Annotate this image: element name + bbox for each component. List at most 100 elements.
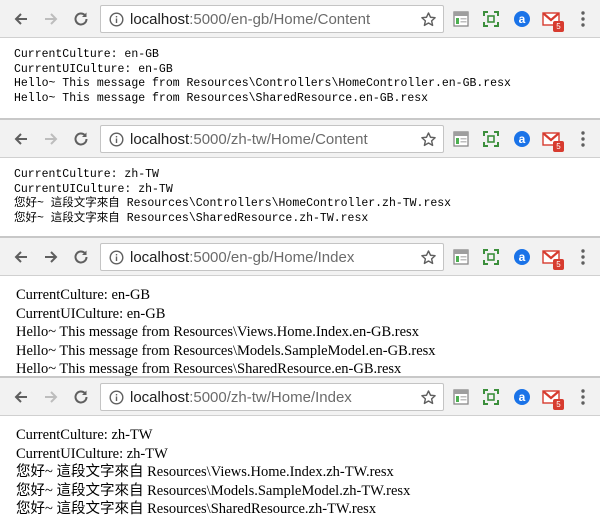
browser-toolbar: localhost:5000/zh-tw/Home/Index a 5 [0,378,600,416]
page-content: CurrentCulture: zh-TW CurrentUICulture: … [0,158,600,226]
message-line: Hello~ This message from Resources\Contr… [14,77,511,91]
back-button[interactable] [8,126,34,152]
info-icon[interactable] [108,249,124,265]
current-ui-culture-line: CurrentUICulture: en-GB [14,62,173,76]
address-bar[interactable]: localhost:5000/en-gb/Home/Index [100,243,444,271]
arrow-right-icon [45,13,58,25]
info-icon[interactable] [108,389,124,405]
url-path: :5000/en-gb/Home/Index [189,248,355,266]
reload-button[interactable] [68,126,94,152]
browser-window-2: localhost:5000/zh-tw/Home/Content a 5 Cu… [0,120,600,236]
address-bar[interactable]: localhost:5000/en-gb/Home/Content [100,5,444,33]
address-bar[interactable]: localhost:5000/zh-tw/Home/Content [100,125,444,153]
arrow-left-icon [14,251,27,263]
current-culture-line: CurrentCulture: en-GB [16,287,151,303]
svg-text:a: a [519,12,526,26]
forward-button[interactable] [38,6,64,32]
current-culture-line: CurrentCulture: en-GB [14,48,159,61]
gmail-extension-icon[interactable]: 5 [541,387,564,410]
page-extension-icon[interactable] [451,9,471,29]
url-text: localhost:5000/zh-tw/Home/Index [130,389,352,406]
gmail-badge: 5 [553,399,564,410]
svg-text:a: a [519,132,526,146]
arrow-right-icon [45,251,58,263]
browser-window-4: localhost:5000/zh-tw/Home/Index a 5 Curr… [0,378,600,520]
forward-button[interactable] [38,384,64,410]
current-culture-line: CurrentCulture: zh-TW [16,427,153,443]
page-extension-icon[interactable] [451,129,471,149]
message-line: Hello~ This message from Resources\Views… [16,324,419,340]
gmail-extension-icon[interactable]: 5 [541,9,564,32]
reload-icon [74,250,88,264]
url-text: localhost:5000/en-gb/Home/Index [130,249,354,266]
gmail-badge: 5 [553,21,564,32]
gmail-extension-icon[interactable]: 5 [541,247,564,270]
gmail-badge: 5 [553,259,564,270]
screenshot-extension-icon[interactable] [481,129,501,149]
reload-button[interactable] [68,6,94,32]
url-host: localhost [130,10,190,28]
url-text: localhost:5000/zh-tw/Home/Content [130,131,368,148]
address-bar[interactable]: localhost:5000/zh-tw/Home/Index [100,383,444,411]
reload-button[interactable] [68,384,94,410]
forward-button[interactable] [38,244,64,270]
svg-text:a: a [519,390,526,404]
message-line: 您好~ 這段文字來自 Resources\Controllers\HomeCon… [14,197,452,211]
url-path: :5000/zh-tw/Home/Content [189,130,368,148]
message-line: 您好~ 這段文字來自 Resources\Models.SampleModel.… [16,482,411,499]
info-icon[interactable] [108,131,124,147]
info-icon[interactable] [108,11,124,27]
star-icon[interactable] [419,10,437,28]
url-host: localhost [130,248,190,266]
message-line: Hello~ This message from Resources\Share… [16,361,402,376]
at-sign-extension-icon[interactable]: a [512,129,532,149]
browser-window-1: localhost:5000/en-gb/Home/Content a 5 Cu… [0,0,600,118]
arrow-left-icon [14,133,27,145]
kebab-menu-icon[interactable] [576,129,590,149]
star-icon[interactable] [419,248,437,266]
page-content: CurrentCulture: zh-TW CurrentUICulture: … [0,416,600,519]
browser-toolbar: localhost:5000/en-gb/Home/Index a 5 [0,238,600,276]
browser-toolbar: localhost:5000/en-gb/Home/Content a 5 [0,0,600,38]
reload-icon [74,12,88,26]
forward-button[interactable] [38,126,64,152]
screenshot-extension-icon[interactable] [481,247,501,267]
kebab-menu-icon[interactable] [576,387,590,407]
url-path: :5000/zh-tw/Home/Index [189,388,352,406]
current-ui-culture-line: CurrentUICulture: zh-TW [14,182,173,196]
at-sign-extension-icon[interactable]: a [512,9,532,29]
page-extension-icon[interactable] [451,247,471,267]
arrow-right-icon [45,133,58,145]
back-button[interactable] [8,244,34,270]
reload-button[interactable] [68,244,94,270]
gmail-badge: 5 [553,141,564,152]
message-line: 您好~ 這段文字來自 Resources\SharedResource.zh-T… [16,501,377,517]
at-sign-extension-icon[interactable]: a [512,247,532,267]
page-extension-icon[interactable] [451,387,471,407]
current-ui-culture-line: CurrentUICulture: en-GB [16,305,166,322]
gmail-extension-icon[interactable]: 5 [541,129,564,152]
kebab-menu-icon[interactable] [576,247,590,267]
message-line: 您好~ 這段文字來自 Resources\SharedResource.zh-T… [14,211,369,225]
browser-toolbar: localhost:5000/zh-tw/Home/Content a 5 [0,120,600,158]
svg-text:a: a [519,250,526,264]
screenshot-extension-icon[interactable] [481,387,501,407]
current-culture-line: CurrentCulture: zh-TW [14,168,159,181]
url-host: localhost [130,388,190,406]
arrow-left-icon [14,13,27,25]
browser-window-3: localhost:5000/en-gb/Home/Index a 5 Curr… [0,238,600,376]
back-button[interactable] [8,6,34,32]
message-line: Hello~ This message from Resources\Model… [16,342,436,359]
arrow-right-icon [45,391,58,403]
message-line: Hello~ This message from Resources\Share… [14,91,429,105]
current-ui-culture-line: CurrentUICulture: zh-TW [16,445,168,462]
url-path: :5000/en-gb/Home/Content [189,10,371,28]
url-text: localhost:5000/en-gb/Home/Content [130,11,370,28]
star-icon[interactable] [419,388,437,406]
back-button[interactable] [8,384,34,410]
reload-icon [74,132,88,146]
star-icon[interactable] [419,130,437,148]
at-sign-extension-icon[interactable]: a [512,387,532,407]
screenshot-extension-icon[interactable] [481,9,501,29]
kebab-menu-icon[interactable] [576,9,590,29]
